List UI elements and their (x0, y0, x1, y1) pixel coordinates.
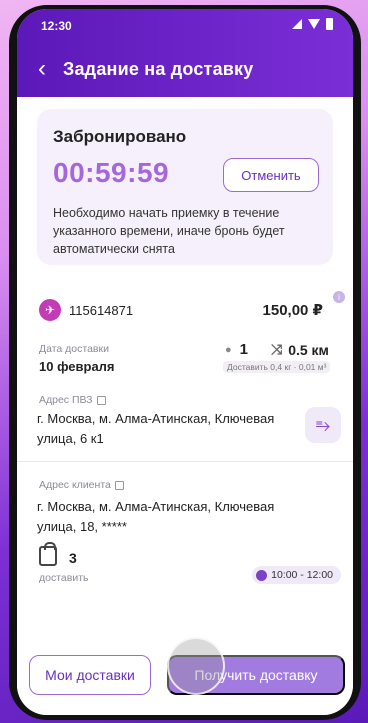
my-deliveries-button[interactable]: Мои доставки (29, 655, 151, 695)
quantity: ● 1 (225, 341, 248, 358)
page-title: Задание на доставку (63, 58, 254, 79)
copy-icon[interactable] (114, 480, 124, 490)
weight-badge: Доставить 0,4 кг · 0,01 м³ (223, 361, 331, 373)
pickup-address: г. Москва, м. Алма-Атинская, Ключевая ул… (37, 411, 275, 446)
client-label-row: Адрес клиента (39, 479, 124, 491)
screen: 12:30 ‹ Задание на доставку Забронирован… (17, 9, 353, 715)
time-window-badge: 10:00 - 12:00 (252, 566, 341, 584)
booking-timer: 00:59:59 (53, 157, 170, 188)
booking-card: Забронировано 00:59:59 Отменить Необходи… (37, 109, 333, 265)
info-icon[interactable]: i (333, 291, 345, 303)
bag-icon (39, 542, 57, 566)
clock-icon (256, 569, 268, 581)
distance-value: 0.5 км (288, 341, 329, 358)
date-value: 10 февраля (39, 359, 115, 374)
divider (17, 461, 353, 462)
phone-frame: 12:30 ‹ Задание на доставку Забронирован… (9, 5, 361, 720)
touch-indicator (167, 637, 225, 695)
status-bar: 12:30 (17, 9, 353, 41)
booking-status: Забронировано (53, 127, 187, 146)
route-button[interactable]: ⥱ (305, 407, 341, 443)
time-window: 10:00 - 12:00 (271, 569, 333, 581)
pickup-label-row: Адрес ПВЗ (39, 394, 106, 406)
pickup-label: Адрес ПВЗ (39, 394, 93, 406)
client-label: Адрес клиента (39, 479, 111, 491)
person-icon: ● (225, 343, 232, 356)
distance: ⤨ 0.5 км (271, 341, 329, 358)
back-arrow-icon[interactable]: ‹ (17, 57, 63, 81)
copy-icon[interactable] (96, 395, 106, 405)
route-icon: ⥱ (315, 414, 331, 435)
delivery-count: 3 (69, 550, 77, 566)
client-address: г. Москва, м. Алма-Атинская, Ключевая ул… (37, 499, 275, 534)
status-time: 12:30 (41, 19, 72, 33)
delivery-count-label: доставить (39, 572, 89, 584)
booking-note: Необходимо начать приемку в течение указ… (53, 206, 285, 256)
route-icon: ⤨ (271, 341, 283, 357)
app-header: ‹ Задание на доставку (17, 41, 353, 97)
cancel-button[interactable]: Отменить (223, 158, 319, 192)
quantity-value: 1 (239, 341, 248, 358)
wifi-icon (308, 19, 320, 29)
battery-icon (326, 18, 333, 30)
signal-icon (292, 19, 302, 29)
courier-icon: ✈ (39, 299, 61, 321)
order-number: 115614871 (69, 303, 134, 318)
date-label: Дата доставки (39, 343, 109, 355)
order-price: 150,00 ₽ (262, 302, 323, 319)
status-icons (292, 18, 333, 30)
